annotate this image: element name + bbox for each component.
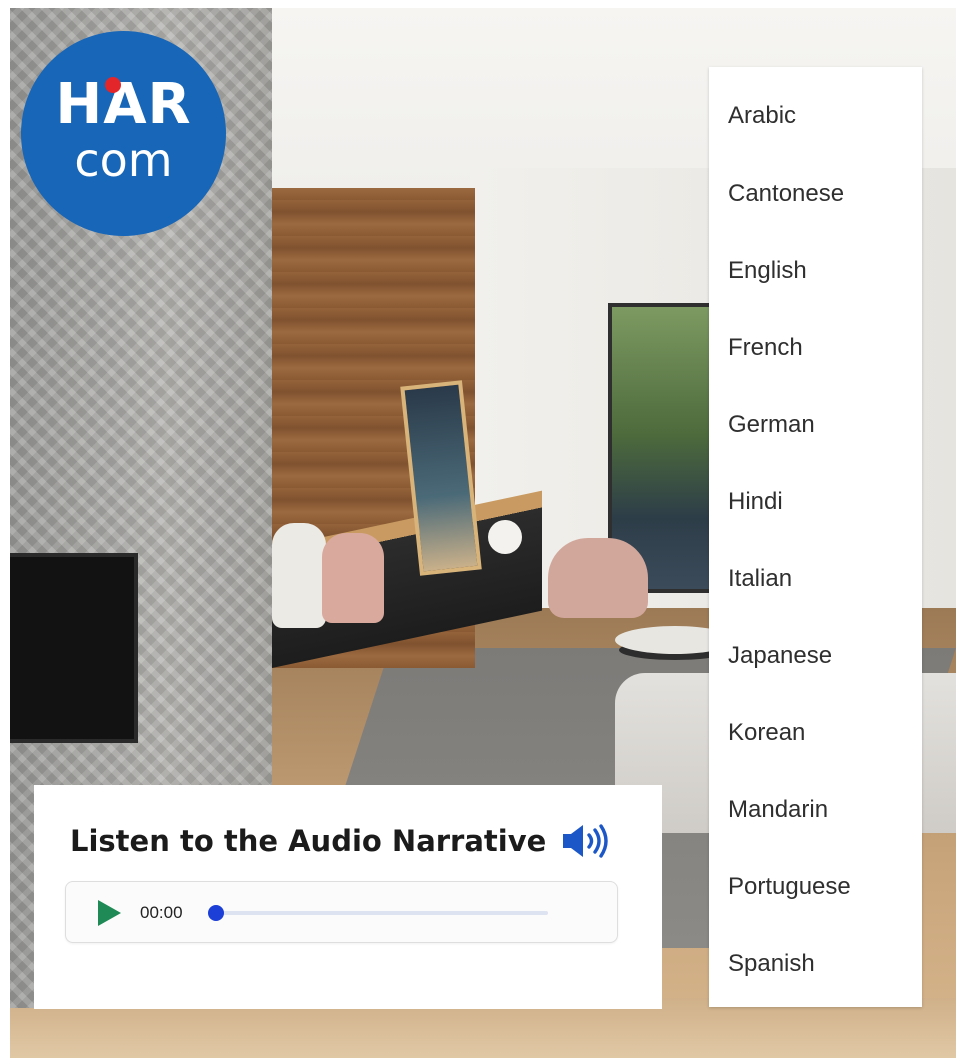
language-option-portuguese[interactable]: Portuguese <box>709 848 922 925</box>
pillow <box>272 523 326 628</box>
language-option-spanish[interactable]: Spanish <box>709 925 922 1002</box>
logo-red-dot <box>105 77 121 93</box>
language-option-english[interactable]: English <box>709 232 922 309</box>
lamp <box>488 520 522 554</box>
speaker-volume-icon[interactable] <box>560 821 612 861</box>
progress-knob[interactable] <box>208 905 224 921</box>
language-option-hindi[interactable]: Hindi <box>709 463 922 540</box>
audio-title: Listen to the Audio Narrative <box>70 821 612 861</box>
play-icon[interactable] <box>96 899 122 927</box>
language-option-mandarin[interactable]: Mandarin <box>709 771 922 848</box>
language-option-japanese[interactable]: Japanese <box>709 617 922 694</box>
audio-player: 00:00 <box>65 881 618 943</box>
current-time: 00:00 <box>140 903 183 922</box>
language-option-italian[interactable]: Italian <box>709 540 922 617</box>
audio-title-text: Listen to the Audio Narrative <box>70 824 547 858</box>
language-option-german[interactable]: German <box>709 386 922 463</box>
fireplace <box>10 553 138 743</box>
language-option-arabic[interactable]: Arabic <box>709 77 922 155</box>
armchair <box>548 538 648 618</box>
progress-track[interactable] <box>208 905 548 921</box>
language-menu: Arabic Cantonese English French German H… <box>709 67 922 1007</box>
audio-narrative-card: Listen to the Audio Narrative 00:00 <box>34 785 662 1009</box>
language-option-cantonese[interactable]: Cantonese <box>709 155 922 232</box>
language-option-french[interactable]: French <box>709 309 922 386</box>
language-option-korean[interactable]: Korean <box>709 694 922 771</box>
logo-text-com: com <box>74 132 173 187</box>
har-logo[interactable]: HAR com <box>21 31 226 236</box>
logo-text-har: HAR <box>55 71 192 137</box>
pillow <box>322 533 384 623</box>
